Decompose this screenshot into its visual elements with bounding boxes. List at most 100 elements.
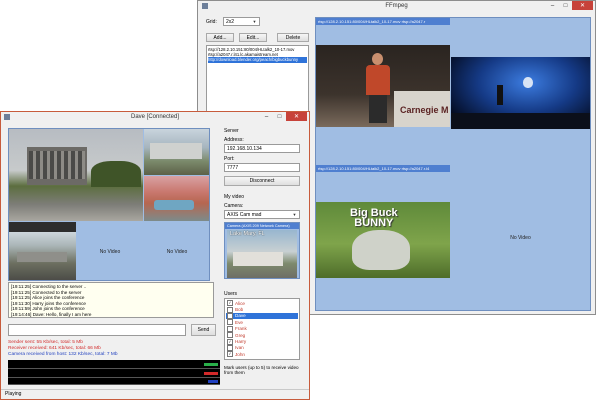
camera-label: Camera: <box>224 203 244 209</box>
maximize-icon[interactable]: □ <box>273 112 286 121</box>
camera-tile-5[interactable]: No Video <box>77 222 143 280</box>
my-video-preview: Camera (AXIS 209 Network Camera) Lake Ma… <box>224 222 300 279</box>
add-button[interactable]: Add... <box>206 33 234 42</box>
dave-window-title: Dave [Connected] <box>130 114 180 120</box>
maximize-icon[interactable]: □ <box>559 1 572 10</box>
app-icon <box>202 3 208 9</box>
bunny-title-line2: BUNNY <box>354 217 394 229</box>
users-list[interactable]: ✓ Alice Bob Dave Eve Frank Greg ✓ Harry Ivan ✓ John <box>224 298 300 360</box>
checkbox-icon[interactable] <box>227 312 233 319</box>
user-name: Bob <box>235 307 244 313</box>
user-name: Harry <box>235 339 247 345</box>
edit-button[interactable]: Edit... <box>239 33 267 42</box>
stage <box>451 113 590 129</box>
message-input[interactable] <box>8 324 186 336</box>
chevron-down-icon: ▼ <box>292 212 297 217</box>
user-name: Alice <box>235 300 245 306</box>
ffmpeg-window-title: FFmpeg <box>385 3 408 9</box>
camera-meter-fill <box>208 380 218 383</box>
close-icon[interactable]: ✕ <box>286 112 307 121</box>
camera-select-value: AXIS Cam mad <box>227 211 262 218</box>
preview-video: Lake Mary, FL <box>227 230 297 278</box>
camera-tile-4[interactable] <box>9 222 76 280</box>
checkbox-icon[interactable] <box>227 325 233 332</box>
chevron-down-icon: ▼ <box>252 19 257 24</box>
stream-header-1: rtsp://128.2.10.151:80/004/HLtalk2_10-17… <box>316 18 450 25</box>
apple-logo-icon <box>523 77 533 88</box>
ffmpeg-window-controls: – □ ✕ <box>546 1 593 10</box>
receiver-meter-fill <box>204 372 218 375</box>
users-hint: Mark users (up to 5) to receive video fr… <box>224 365 299 376</box>
speaker-figure <box>366 53 390 123</box>
grid-select[interactable]: 2x2 ▼ <box>223 17 260 26</box>
bunny-figure <box>352 230 410 270</box>
camera-stat: Camera received from host: 132 Kb/sec, t… <box>8 352 118 357</box>
checkbox-icon[interactable] <box>227 344 233 351</box>
sender-meter <box>8 360 220 369</box>
speaker-video: Carnegie M <box>316 45 450 127</box>
port-input[interactable]: 7777 <box>224 163 300 172</box>
delete-button[interactable]: Delete <box>277 33 309 42</box>
bunny-video: Big Buck BUNNY <box>316 202 450 278</box>
receiver-stat: Receiver received: 641 Kb/sec, total: 66… <box>8 346 101 351</box>
camera-grid: No Video No Video <box>8 128 210 281</box>
camera-tile-6[interactable]: No Video <box>144 222 209 280</box>
status-bar: Playing <box>1 389 309 399</box>
grid-label: Grid: <box>206 19 217 25</box>
checkbox-checked-icon[interactable]: ✓ <box>227 300 233 307</box>
preview-caption: Lake Mary, FL <box>230 231 265 237</box>
no-video-label: No Video <box>99 248 121 255</box>
camera-tile-3[interactable] <box>144 176 209 221</box>
checkbox-checked-icon[interactable]: ✓ <box>227 338 233 345</box>
user-name: Greg <box>235 332 246 338</box>
address-input[interactable]: 192.168.10.134 <box>224 144 300 153</box>
checkbox-icon[interactable] <box>227 319 233 326</box>
user-name: Ivan <box>235 345 244 351</box>
port-label: Port: <box>224 156 235 162</box>
grid-select-value: 2x2 <box>226 18 235 25</box>
disconnect-button[interactable]: Disconnect <box>224 176 300 186</box>
stream-tile-3[interactable]: rtsp://128.2.10.151:80/004/HLtalk2_10-17… <box>316 165 450 310</box>
checkbox-checked-icon[interactable]: ✓ <box>227 351 233 358</box>
camera-meter <box>8 378 220 385</box>
dave-window: Dave [Connected] – □ ✕ No Video No Video <box>0 111 310 400</box>
user-name: John <box>235 351 245 357</box>
checkbox-icon[interactable] <box>227 306 233 313</box>
stream-tile-2[interactable] <box>451 18 590 164</box>
sender-stat: Sender sent: 55 Kb/sec, total: 5 Mb <box>8 340 83 345</box>
presenter-figure <box>497 85 503 105</box>
minimize-icon[interactable]: – <box>546 1 559 10</box>
send-button[interactable]: Send <box>191 324 216 336</box>
no-video-label: No Video <box>510 234 531 241</box>
stream-tile-1[interactable]: rtsp://128.2.10.151:80/004/HLtalk2_10-17… <box>316 18 450 164</box>
users-label: Users <box>224 291 238 297</box>
user-row[interactable]: ✓ John <box>226 351 298 358</box>
url-list[interactable]: rtsp://128.2.10.151:80/004/HLtalk2_10-17… <box>206 45 309 118</box>
stream-tile-4[interactable]: No Video <box>451 165 590 310</box>
user-name: Eve <box>235 319 243 325</box>
checkbox-icon[interactable] <box>227 332 233 339</box>
stream-caption-1: Carnegie M <box>400 105 449 115</box>
preview-header: Camera (AXIS 209 Network Camera) <box>225 223 299 229</box>
app-icon <box>4 114 10 120</box>
bunny-title: Big Buck BUNNY <box>350 208 398 229</box>
trees <box>91 161 141 187</box>
server-label: Server <box>224 128 239 134</box>
minimize-icon[interactable]: – <box>260 112 273 121</box>
chat-log[interactable]: [19:11:25] Connecting to the server .. [1… <box>8 282 214 318</box>
camera-tile-2[interactable] <box>144 129 209 175</box>
dave-window-controls: – □ ✕ <box>260 112 307 121</box>
my-video-label: My video <box>224 194 245 200</box>
url-list-item[interactable]: http://download.blender.org/peach/bigbuc… <box>208 57 307 63</box>
user-name: Frank <box>235 326 247 332</box>
ffmpeg-titlebar[interactable]: FFmpeg <box>198 1 595 11</box>
receiver-meter <box>8 369 220 378</box>
camera-select[interactable]: AXIS Cam mad ▼ <box>224 210 300 219</box>
status-text: Playing <box>5 391 22 397</box>
chat-log-line: [19:14:46] Dave: Hello, finally I am her… <box>11 311 92 317</box>
no-video-label: No Video <box>166 248 188 255</box>
camera-tile-1[interactable] <box>9 129 143 221</box>
address-label: Address: <box>224 137 244 143</box>
stream-header-3: rtsp://128.2.10.151:80/004/HLtalk2_10-17… <box>316 165 450 172</box>
close-icon[interactable]: ✕ <box>572 1 593 10</box>
